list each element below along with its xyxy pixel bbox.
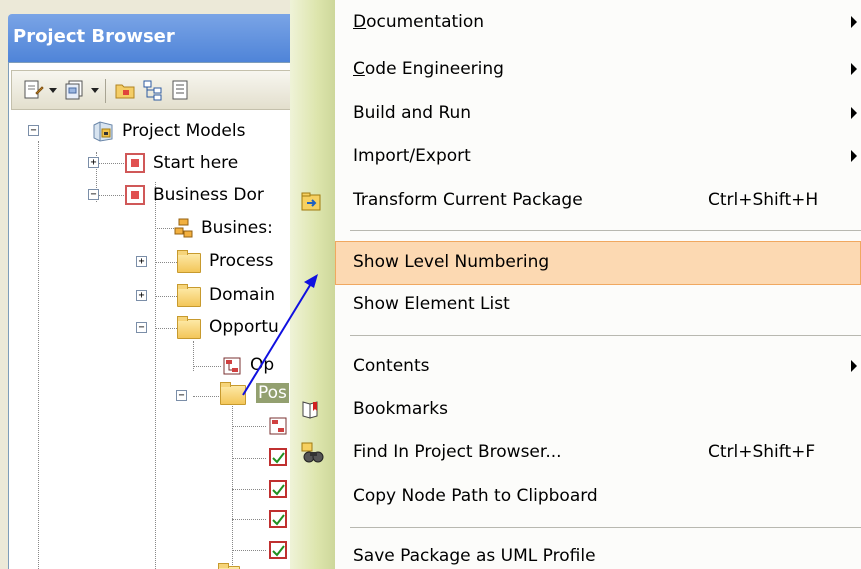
package-icon	[125, 153, 145, 173]
expand-start-here[interactable]: +	[88, 157, 99, 168]
diagram-icon	[269, 417, 287, 435]
tree-connector	[155, 328, 177, 329]
package-icon	[125, 185, 145, 205]
tree-connector	[155, 262, 177, 263]
menu-item-transform-current-package[interactable]: Transform Current Package Ctrl+Shift+H	[335, 180, 861, 222]
menu-label-rest: ocumentation	[366, 12, 485, 32]
menu-item-build-and-run[interactable]: Build and Run	[335, 93, 861, 135]
menu-label-import-export: Import/Export	[353, 146, 471, 166]
menu-item-save-package-as-uml-profile[interactable]: Save Package as UML Profile	[335, 536, 861, 569]
menu-label-find-in-project-browser: Find In Project Browser...	[353, 442, 562, 462]
tree-connector	[193, 396, 221, 397]
tree-label-pos-selected[interactable]: Pos	[256, 383, 289, 403]
menu-separator	[350, 527, 861, 528]
menu-label-bookmarks: Bookmarks	[353, 399, 448, 419]
menu-item-show-level-numbering[interactable]: Show Level Numbering	[335, 241, 861, 285]
menu-item-code-engineering[interactable]: Code Engineering	[335, 49, 861, 91]
business-element-icon	[174, 218, 193, 238]
transform-icon	[301, 192, 321, 211]
menu-item-documentation[interactable]: Documentation	[335, 2, 861, 44]
tree-guide-line	[232, 402, 233, 569]
tree-label-process[interactable]: Process	[209, 251, 274, 271]
collapse-business-domain[interactable]: −	[88, 189, 99, 200]
tree-connector	[232, 458, 266, 459]
menu-label-code-engineering: Code Engineering	[353, 59, 504, 79]
project-models-icon	[93, 121, 113, 142]
menu-label-copy-node-path: Copy Node Path to Clipboard	[353, 486, 598, 506]
folder-icon	[177, 250, 201, 273]
tree-label-project-models[interactable]: Project Models	[122, 121, 245, 141]
project-tree: − Project Models + Start here − Business…	[0, 0, 300, 569]
tree-label-start-here[interactable]: Start here	[153, 153, 238, 173]
menu-label-rest: ode Engineering	[364, 59, 504, 79]
tree-connector	[232, 550, 266, 551]
tree-label-opportunity[interactable]: Opportu	[209, 317, 279, 337]
submenu-arrow-icon	[851, 107, 857, 119]
submenu-arrow-icon	[851, 360, 857, 372]
menu-label-show-element-list: Show Element List	[353, 294, 510, 314]
submenu-arrow-icon	[851, 150, 857, 162]
collapse-opportunity[interactable]: −	[136, 322, 147, 333]
context-menu-icon-gutter	[290, 0, 335, 569]
folder-icon	[220, 382, 246, 405]
bookmark-icon	[302, 401, 318, 419]
project-browser-panel: Project Browser − Project Models + Start…	[0, 0, 300, 569]
tree-connector	[155, 296, 177, 297]
tree-connector	[96, 163, 124, 164]
tree-connector	[96, 195, 124, 196]
tree-connector	[232, 489, 266, 490]
menu-separator	[350, 230, 861, 231]
tree-guide-line	[155, 182, 156, 569]
menu-item-copy-node-path[interactable]: Copy Node Path to Clipboard	[335, 476, 861, 518]
find-binoculars-icon	[301, 442, 324, 463]
submenu-arrow-icon	[851, 63, 857, 75]
diagram-icon	[223, 357, 241, 375]
checked-element-icon	[269, 448, 287, 466]
accelerator-key: C	[353, 59, 365, 79]
submenu-arrow-icon	[851, 16, 857, 28]
accelerator-key: D	[353, 12, 367, 32]
tree-connector	[193, 366, 221, 367]
shortcut-transform: Ctrl+Shift+H	[708, 190, 819, 210]
tree-label-business-domain[interactable]: Business Dor	[153, 185, 264, 205]
folder-icon	[177, 284, 201, 307]
menu-item-contents[interactable]: Contents	[335, 346, 861, 388]
menu-label-show-level-numbering: Show Level Numbering	[353, 252, 550, 272]
tree-connector	[232, 519, 266, 520]
menu-item-show-element-list[interactable]: Show Element List	[335, 284, 861, 326]
shortcut-find: Ctrl+Shift+F	[708, 442, 816, 462]
expand-domain[interactable]: +	[136, 290, 147, 301]
tree-guide-line	[38, 141, 39, 569]
context-menu: Documentation Code Engineering Build and…	[290, 0, 861, 569]
folder-icon	[177, 316, 201, 339]
collapse-project-models[interactable]: −	[28, 125, 39, 136]
menu-separator	[350, 335, 861, 336]
menu-label-documentation: Documentation	[353, 12, 484, 32]
collapse-pos[interactable]: −	[176, 390, 187, 401]
menu-label-contents: Contents	[353, 356, 430, 376]
checked-element-icon	[269, 480, 287, 498]
tree-connector	[232, 426, 266, 427]
tree-label-business[interactable]: Busines:	[201, 218, 273, 238]
menu-item-find-in-project-browser[interactable]: Find In Project Browser... Ctrl+Shift+F	[335, 432, 861, 474]
checked-element-icon	[269, 510, 287, 528]
menu-item-import-export[interactable]: Import/Export	[335, 136, 861, 178]
tree-label-op[interactable]: Op	[250, 355, 274, 375]
menu-label-transform: Transform Current Package	[353, 190, 583, 210]
checked-element-icon	[269, 541, 287, 559]
menu-label-build-and-run: Build and Run	[353, 103, 472, 123]
menu-label-save-package-as-uml-profile: Save Package as UML Profile	[353, 546, 596, 566]
menu-item-bookmarks[interactable]: Bookmarks	[335, 389, 861, 431]
tree-label-domain[interactable]: Domain	[209, 285, 275, 305]
expand-process[interactable]: +	[136, 256, 147, 267]
